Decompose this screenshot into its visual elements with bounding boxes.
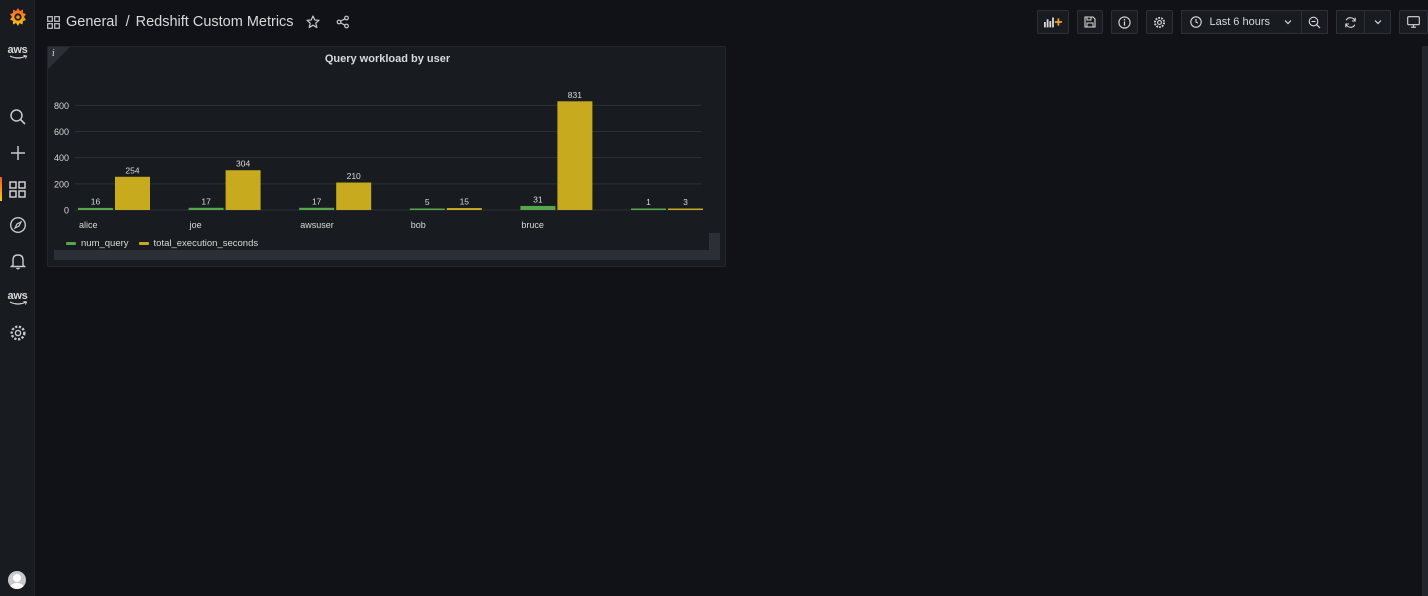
x-category-label: bob [411,220,426,230]
bar-value-label: 17 [312,196,322,206]
zoom-out-icon [1308,16,1321,28]
save-dashboard-button[interactable] [1077,10,1104,34]
aws-icon[interactable]: aws [0,284,35,312]
bar-num_query[interactable] [78,207,113,210]
bar-num_query[interactable] [409,208,445,211]
add-panel-icon [1044,17,1063,28]
x-category-label: alice [79,220,98,230]
refresh-controls [1336,10,1391,34]
horizontal-scrollbar[interactable] [54,250,720,260]
add-panel-button[interactable] [1037,10,1070,34]
y-tick-label: 400 [54,153,69,163]
zoom-out-button[interactable] [1302,10,1328,34]
refresh-interval-dropdown[interactable] [1365,10,1391,34]
x-category-label: bruce [521,220,544,230]
bar-value-label: 3 [683,197,688,207]
chart-legend: num_query total_execution_seconds [66,238,258,249]
bar-chart: 0 200 400 600 800 16 254 alice 17 304 joe 17 210 awsu… [54,90,703,230]
bar-value-label: 1 [646,197,651,207]
bar-value-label: 31 [533,194,543,204]
monitor-icon [1407,16,1420,28]
legend-label: total_execution_seconds [153,238,259,249]
bar-value-label: 16 [91,196,101,206]
view-mode-button[interactable] [1399,10,1428,34]
bar-value-label: 5 [425,197,430,207]
bar-num_query[interactable] [520,205,556,210]
page-scrollbar[interactable] [1422,46,1428,596]
clock-icon [1190,16,1203,28]
sidebar: aws aws [0,0,35,596]
info-icon [1118,15,1132,29]
grafana-logo-icon[interactable] [0,3,35,31]
aws-label: aws [7,289,28,302]
search-icon[interactable] [0,103,35,131]
legend-label: num_query [81,238,129,249]
aws-icon[interactable]: aws [0,38,35,66]
plus-icon[interactable] [0,139,35,167]
y-tick-label: 0 [64,206,69,216]
chevron-down-icon [1284,20,1292,25]
vertical-scrollbar[interactable] [709,233,720,250]
gear-icon [1154,16,1166,28]
y-tick-label: 200 [54,179,69,189]
dashboard-info-button[interactable] [1111,10,1139,34]
bar-num_query[interactable] [299,207,335,210]
time-range-picker[interactable]: Last 6 hours [1181,10,1302,34]
bar-value-label: 831 [568,90,582,100]
bar-value-label: 304 [236,159,250,169]
bar-value-label: 15 [460,197,470,207]
legend-item-num_query[interactable]: num_query [66,238,129,249]
refresh-button[interactable] [1336,10,1365,34]
legend-item-total_execution_seconds[interactable]: total_execution_seconds [138,238,259,249]
star-icon[interactable] [305,15,320,29]
breadcrumb: General / Redshift Custom Metrics [47,13,350,31]
dashboard-title[interactable]: Redshift Custom Metrics [136,14,294,30]
time-controls: Last 6 hours [1181,10,1328,34]
legend-swatch [66,242,76,245]
dashboards-icon [47,15,60,29]
bar-chart-panel: i Query workload by user 0 200 400 600 800 16… [47,46,726,267]
bar-value-label: 254 [125,165,139,175]
bar-total_execution_seconds[interactable] [115,176,150,210]
share-icon[interactable] [336,15,350,29]
y-tick-label: 800 [54,101,69,111]
bar-num_query[interactable] [631,208,666,211]
refresh-icon [1345,16,1356,28]
chevron-down-icon [1374,20,1381,25]
bar-total_execution_seconds[interactable] [225,170,261,210]
x-category-label: awsuser [300,220,334,230]
bar-total_execution_seconds[interactable] [668,208,703,211]
alerting-bell-icon[interactable] [0,247,35,275]
legend-swatch [138,242,149,245]
bar-value-label: 210 [347,171,361,181]
save-icon [1084,16,1097,28]
toolbar: Last 6 hours [1037,10,1428,34]
top-nav-bar: General / Redshift Custom Metrics Last 6… [36,0,1428,44]
x-category-label: joe [189,220,202,230]
breadcrumb-folder[interactable]: General [66,14,118,30]
dashboard-settings-button[interactable] [1146,10,1174,34]
dashboards-icon[interactable] [0,175,35,203]
bar-total_execution_seconds[interactable] [446,208,482,210]
bar-value-label: 17 [201,196,211,206]
bar-total_execution_seconds[interactable] [557,101,593,210]
y-tick-label: 600 [54,127,69,137]
explore-compass-icon[interactable] [0,211,35,239]
bar-total_execution_seconds[interactable] [336,182,372,210]
breadcrumb-separator: / [125,14,130,30]
gear-icon[interactable] [0,319,35,347]
user-avatar[interactable] [8,571,26,589]
time-range-label: Last 6 hours [1209,16,1270,28]
bar-num_query[interactable] [188,207,224,210]
aws-label: aws [7,43,28,56]
